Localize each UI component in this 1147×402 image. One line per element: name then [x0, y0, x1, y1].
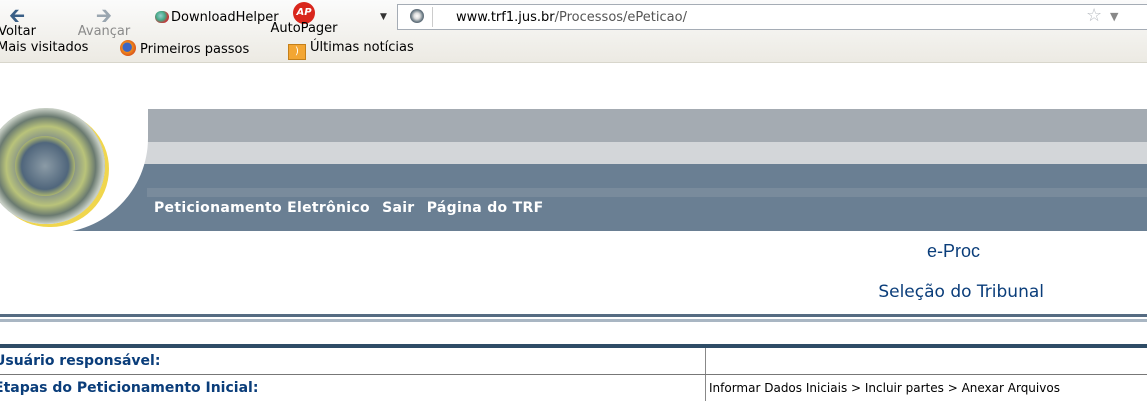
back-label: Voltar [0, 24, 36, 39]
bookmark-label: Últimas notícias [310, 40, 414, 55]
menu-pagina-do-trf[interactable]: Página do TRF [427, 200, 544, 216]
bookmark-label: Mais visitados [0, 40, 89, 55]
bookmark-mais-visitados[interactable]: Mais visitados [0, 40, 88, 55]
info-row-usuario: Usuário responsável: [0, 348, 1147, 375]
url-history-dropdown-icon[interactable]: ▼ [1110, 10, 1118, 23]
header-band-top [0, 109, 1147, 142]
header-band-bottom [0, 164, 1147, 231]
firefox-icon [120, 40, 136, 56]
bookmark-star-icon[interactable]: ☆ [1086, 5, 1102, 26]
info-label: Etapas do Peticionamento Inicial: [0, 380, 259, 396]
seal-center [15, 136, 75, 196]
autopager-dropdown-icon[interactable]: ▼ [380, 12, 387, 22]
info-table: Usuário responsável: Etapas do Peticiona… [0, 344, 1147, 401]
downloadhelper-icon [155, 11, 169, 23]
back-button[interactable]: 🡰 Voltar [0, 3, 42, 39]
divider [0, 319, 1147, 322]
info-label: Usuário responsável: [0, 353, 161, 369]
autopager-label: AutoPager [270, 21, 338, 36]
forward-arrow-icon: 🡲 [95, 3, 113, 27]
app-title: e-Proc [926, 241, 980, 261]
info-value-steps: Informar Dados Iniciais > Incluir partes… [705, 375, 1060, 401]
menu-sair[interactable]: Sair [382, 200, 414, 216]
url-domain: www.trf1.jus.br [456, 10, 555, 25]
page-subtitle: Seleção do Tribunal [878, 282, 1044, 302]
info-row-etapas: Etapas do Peticionamento Inicial: Inform… [0, 375, 1147, 401]
url-path: /Processos/ePeticao/ [554, 10, 687, 25]
site-identity-button[interactable] [402, 7, 433, 27]
menu-peticionamento-eletronico[interactable]: Peticionamento Eletrônico [154, 200, 370, 216]
rss-feed-icon: ) [288, 44, 306, 60]
site-menu: Peticionamento Eletrônico Sair Página do… [154, 200, 550, 216]
info-value [705, 348, 709, 374]
forward-button[interactable]: 🡲 Avançar [74, 3, 134, 39]
divider [0, 314, 1147, 317]
header-band-middle [0, 142, 1147, 164]
back-arrow-icon: 🡰 [8, 3, 26, 27]
browser-toolbar: 🡰 Voltar 🡲 Avançar DownloadHelper AP Aut… [0, 0, 1147, 63]
bookmark-primeiros-passos[interactable]: Primeiros passos [120, 40, 249, 57]
url-text[interactable]: www.trf1.jus.br/Processos/ePeticao/ [456, 10, 687, 25]
menu-bar-background [147, 188, 1147, 197]
globe-icon [410, 9, 424, 23]
autopager-button[interactable]: AP AutoPager [270, 2, 338, 36]
downloadhelper-button[interactable]: DownloadHelper [155, 10, 279, 25]
address-bar[interactable]: www.trf1.jus.br/Processos/ePeticao/ ☆ ▼ [397, 4, 1147, 30]
bookmark-label: Primeiros passos [140, 42, 250, 57]
bookmark-ultimas-noticias[interactable]: ) Últimas notícias [288, 40, 414, 60]
forward-label: Avançar [77, 24, 131, 39]
downloadhelper-label: DownloadHelper [171, 10, 279, 25]
